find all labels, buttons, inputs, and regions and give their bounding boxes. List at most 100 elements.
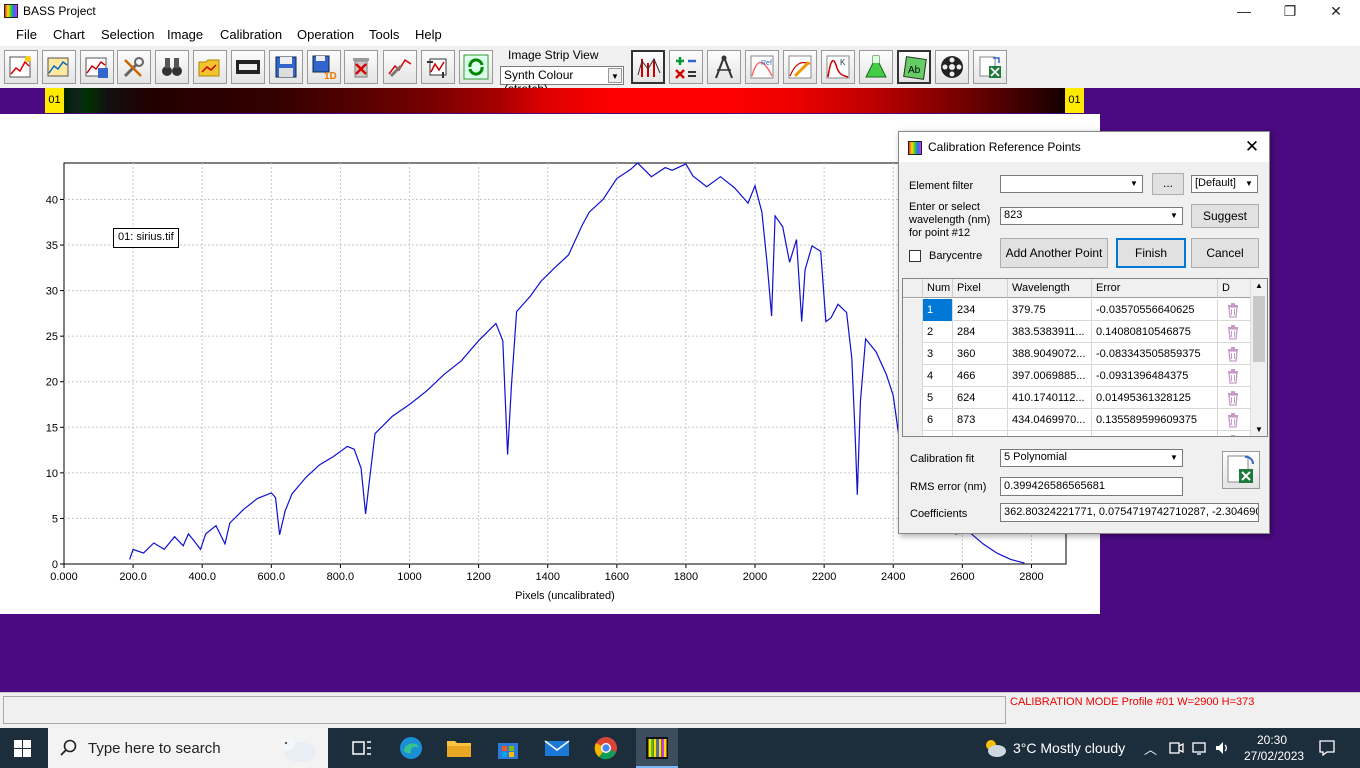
row-header[interactable] bbox=[903, 431, 923, 436]
absorption-button[interactable]: Ab bbox=[897, 50, 931, 84]
trash-icon[interactable] bbox=[1225, 346, 1241, 362]
cell-error[interactable]: -0.1101226806640625 bbox=[1092, 431, 1218, 436]
math-operations-button[interactable] bbox=[669, 50, 703, 84]
trash-icon[interactable] bbox=[1225, 368, 1241, 384]
mail-icon[interactable] bbox=[542, 734, 572, 762]
close-window-button[interactable]: ✕ bbox=[1313, 0, 1359, 23]
minimize-button[interactable]: — bbox=[1221, 0, 1267, 23]
refresh-button[interactable] bbox=[459, 50, 493, 84]
element-filter-select[interactable]: ▼ bbox=[1000, 175, 1143, 193]
menu-image[interactable]: Image bbox=[167, 27, 203, 42]
export-excel-button[interactable] bbox=[973, 50, 1007, 84]
settings-button[interactable] bbox=[117, 50, 151, 84]
menu-selection[interactable]: Selection bbox=[101, 27, 154, 42]
bass-taskbar-button[interactable] bbox=[636, 728, 678, 768]
delete-button[interactable] bbox=[344, 50, 378, 84]
meet-now-icon[interactable] bbox=[1168, 740, 1184, 756]
windows-start-icon[interactable] bbox=[14, 740, 31, 757]
menu-calibration[interactable]: Calibration bbox=[220, 27, 282, 42]
table-row[interactable]: 2 284 383.5383911... 0.14080810546875 bbox=[903, 321, 1251, 343]
table-row[interactable]: 5 624 410.1740112... 0.01495361328125 bbox=[903, 387, 1251, 409]
chevron-up-icon[interactable]: ︿ bbox=[1144, 739, 1157, 758]
trash-icon[interactable] bbox=[1225, 412, 1241, 428]
weather-cloud-icon[interactable] bbox=[982, 737, 1008, 759]
open-profile-button[interactable] bbox=[42, 50, 76, 84]
cell-wavelength[interactable]: 397.0069885... bbox=[1008, 365, 1092, 387]
row-header[interactable] bbox=[903, 299, 923, 321]
finish-button[interactable]: Finish bbox=[1116, 238, 1186, 268]
trash-icon[interactable] bbox=[1225, 390, 1241, 406]
cell-wavelength[interactable]: 486.1329956... bbox=[1008, 431, 1092, 436]
column-header-error[interactable]: Error bbox=[1092, 279, 1218, 298]
add-another-point-button[interactable]: Add Another Point bbox=[1000, 238, 1108, 268]
barycentre-checkbox[interactable] bbox=[909, 250, 921, 262]
rms-error-field[interactable]: 0.399426586565681 bbox=[1000, 477, 1183, 496]
maximize-button[interactable]: ❐ bbox=[1267, 0, 1313, 23]
repair-button[interactable] bbox=[383, 50, 417, 84]
cell-error[interactable]: -0.083343505859375 bbox=[1092, 343, 1218, 365]
row-header[interactable] bbox=[903, 365, 923, 387]
cell-pixel[interactable]: 624 bbox=[953, 387, 1008, 409]
cell-error[interactable]: 0.01495361328125 bbox=[1092, 387, 1218, 409]
taskbar-search[interactable]: Type here to search bbox=[48, 728, 328, 768]
new-profile-button[interactable] bbox=[4, 50, 38, 84]
wavelength-select[interactable]: 823 ▼ bbox=[1000, 207, 1183, 225]
image-strip[interactable]: 01 01 bbox=[45, 88, 1084, 113]
menu-help[interactable]: Help bbox=[415, 27, 442, 42]
save-1d-button[interactable]: 1D bbox=[307, 50, 341, 84]
film-reel-button[interactable] bbox=[935, 50, 969, 84]
cancel-button[interactable]: Cancel bbox=[1191, 238, 1259, 268]
column-header-wavelength[interactable]: Wavelength bbox=[1008, 279, 1092, 298]
edge-icon[interactable] bbox=[396, 734, 426, 762]
menu-file[interactable]: File bbox=[16, 27, 37, 42]
scrollbar-thumb[interactable] bbox=[1253, 296, 1265, 362]
weather-text[interactable]: 3°C Mostly cloudy bbox=[1013, 740, 1125, 756]
notifications-icon[interactable] bbox=[1318, 739, 1336, 757]
cell-wavelength[interactable]: 410.1740112... bbox=[1008, 387, 1092, 409]
table-row[interactable]: 4 466 397.0069885... -0.0931396484375 bbox=[903, 365, 1251, 387]
cell-pixel[interactable]: 360 bbox=[953, 343, 1008, 365]
column-header-delete[interactable]: D bbox=[1218, 279, 1251, 298]
edit-chart-button[interactable] bbox=[783, 50, 817, 84]
table-scrollbar[interactable]: ▲ ▼ bbox=[1250, 279, 1267, 436]
planck-button[interactable]: K bbox=[821, 50, 855, 84]
image-strip-view-select[interactable]: Synth Colour (stretch)▼ bbox=[500, 66, 624, 96]
reference-button[interactable]: Ref bbox=[745, 50, 779, 84]
save-button[interactable] bbox=[269, 50, 303, 84]
cell-num[interactable]: 4 bbox=[923, 365, 953, 387]
flask-button[interactable] bbox=[859, 50, 893, 84]
trash-icon[interactable] bbox=[1225, 324, 1241, 340]
cell-pixel[interactable]: 873 bbox=[953, 409, 1008, 431]
cell-num[interactable]: 2 bbox=[923, 321, 953, 343]
table-row[interactable]: 71290486.1329956...-0.1101226806640625 bbox=[903, 431, 1251, 437]
measure-button[interactable] bbox=[707, 50, 741, 84]
row-header[interactable] bbox=[903, 343, 923, 365]
row-header[interactable] bbox=[903, 387, 923, 409]
cell-error[interactable]: -0.03570556640625 bbox=[1092, 299, 1218, 321]
row-header[interactable] bbox=[903, 409, 923, 431]
cell-num[interactable]: 7 bbox=[923, 431, 953, 436]
table-row[interactable]: 3 360 388.9049072... -0.083343505859375 bbox=[903, 343, 1251, 365]
cell-error[interactable]: 0.14080810546875 bbox=[1092, 321, 1218, 343]
export-calibration-button[interactable] bbox=[1222, 451, 1260, 489]
trash-icon[interactable] bbox=[1225, 302, 1241, 318]
find-button[interactable] bbox=[155, 50, 189, 84]
cell-error[interactable]: 0.135589599609375 bbox=[1092, 409, 1218, 431]
store-icon[interactable] bbox=[493, 734, 523, 762]
cell-pixel[interactable]: 466 bbox=[953, 365, 1008, 387]
browse-button[interactable]: ... bbox=[1152, 173, 1184, 195]
cell-pixel[interactable]: 284 bbox=[953, 321, 1008, 343]
menu-tools[interactable]: Tools bbox=[369, 27, 399, 42]
cell-num[interactable]: 6 bbox=[923, 409, 953, 431]
save-profile-button[interactable] bbox=[80, 50, 114, 84]
cell-num[interactable]: 3 bbox=[923, 343, 953, 365]
coefficients-field[interactable]: 362.80324221771, 0.0754719742710287, -2.… bbox=[1000, 503, 1259, 522]
cell-wavelength[interactable]: 379.75 bbox=[1008, 299, 1092, 321]
cell-pixel[interactable]: 234 bbox=[953, 299, 1008, 321]
trash-icon[interactable] bbox=[1225, 434, 1241, 437]
suggest-button[interactable]: Suggest bbox=[1191, 204, 1259, 228]
cell-wavelength[interactable]: 388.9049072... bbox=[1008, 343, 1092, 365]
clock[interactable]: 20:30 27/02/2023 bbox=[1244, 732, 1304, 764]
column-header-num[interactable]: Num bbox=[923, 279, 953, 298]
cell-pixel[interactable]: 1290 bbox=[953, 431, 1008, 436]
